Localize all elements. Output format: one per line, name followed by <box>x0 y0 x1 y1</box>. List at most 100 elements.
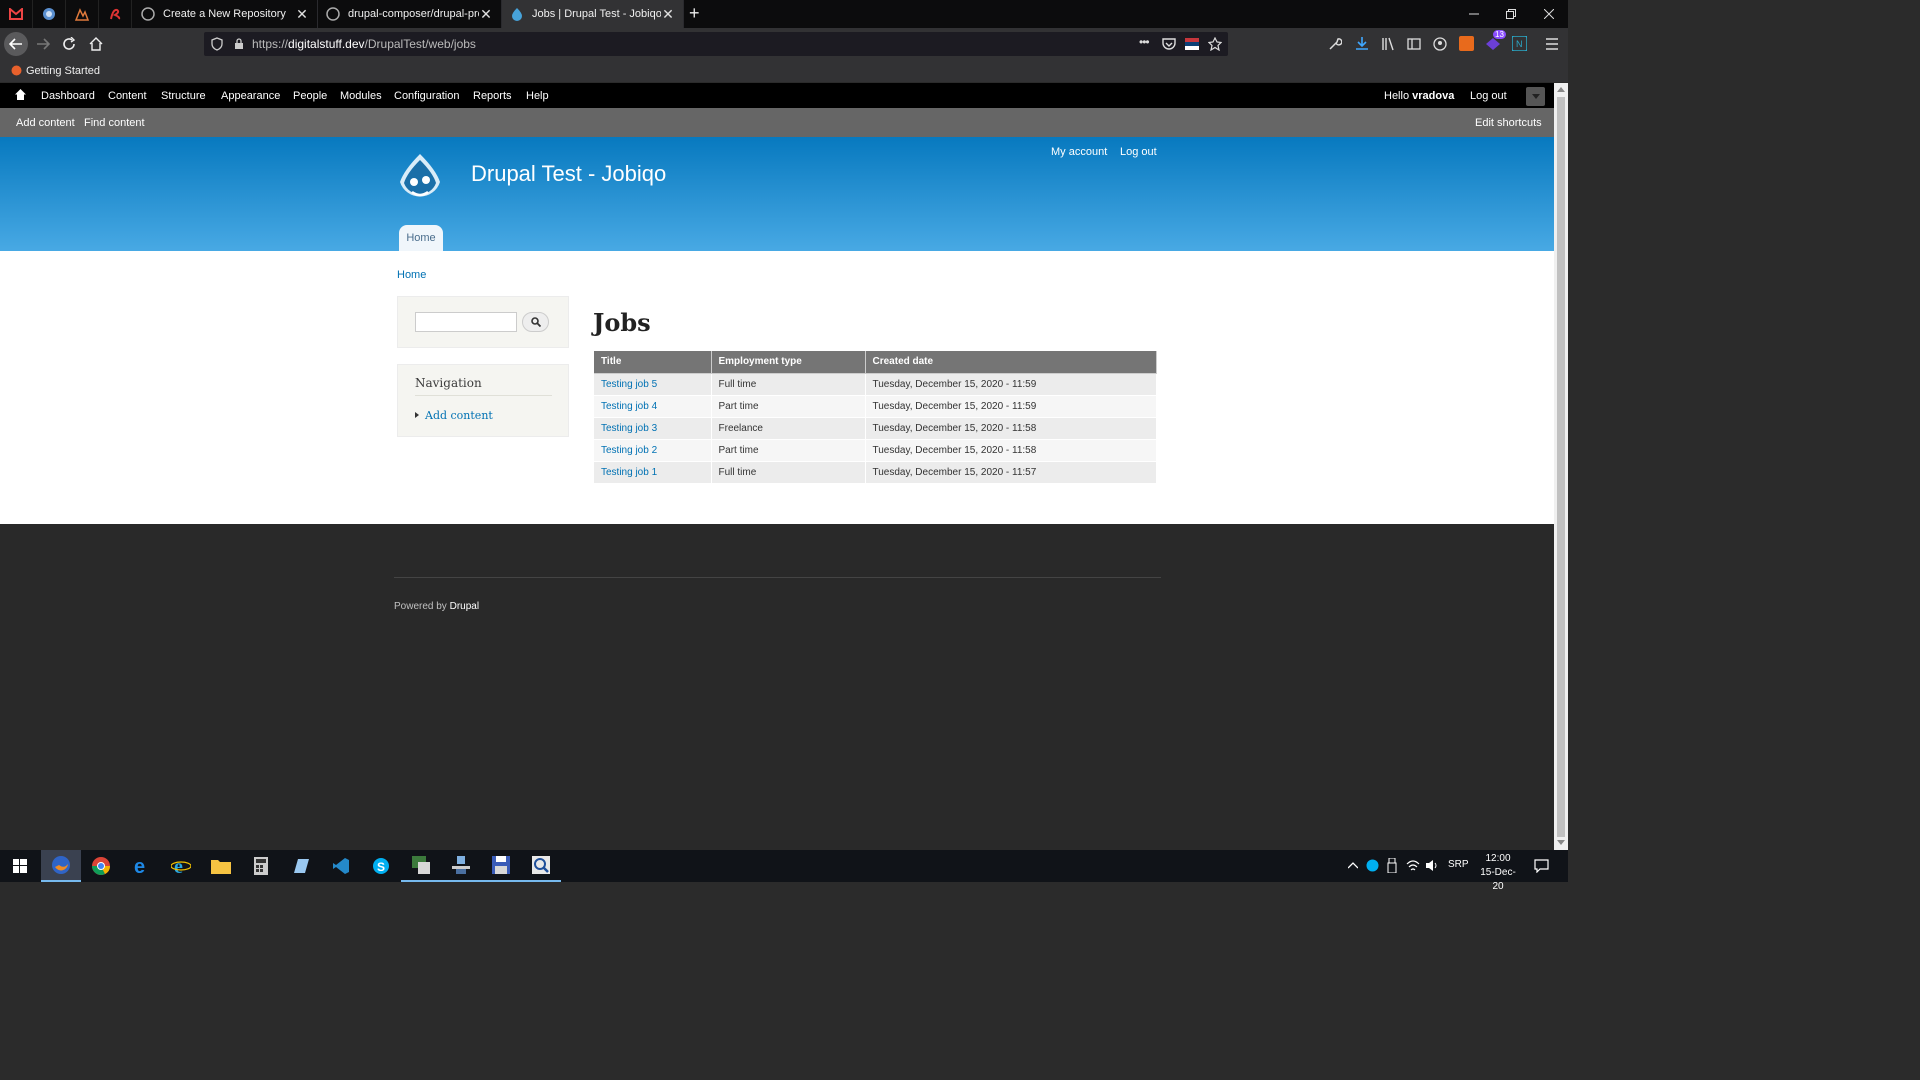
breadcrumb[interactable]: Home <box>397 269 426 281</box>
jobs-table: Title Employment type Created date Testi… <box>594 351 1157 484</box>
taskbar-file-explorer[interactable] <box>201 850 241 882</box>
taskbar-app-3[interactable] <box>481 850 521 882</box>
shortcut-find-content[interactable]: Find content <box>84 117 145 129</box>
flag-serbia-icon[interactable] <box>1185 37 1199 51</box>
job-title-link[interactable]: Testing job 3 <box>601 423 657 434</box>
username[interactable]: vradova <box>1412 90 1454 102</box>
close-window-button[interactable] <box>1530 0 1568 28</box>
tab-jobs-drupal[interactable]: Jobs | Drupal Test - Jobiqo ✕ <box>502 0 684 28</box>
toolbar-people[interactable]: People <box>293 90 327 102</box>
header-logout-link[interactable]: Log out <box>1120 146 1157 158</box>
toolbar-structure[interactable]: Structure <box>161 90 206 102</box>
column-header-employment-type[interactable]: Employment type <box>711 351 866 374</box>
scrollbar-thumb[interactable] <box>1557 97 1565 837</box>
pinned-tab-app2[interactable] <box>99 0 132 28</box>
notifications-icon[interactable] <box>1534 859 1549 873</box>
home-icon[interactable] <box>15 89 26 100</box>
sidebar-icon[interactable] <box>1407 37 1421 51</box>
input-language[interactable]: SRP <box>1448 859 1469 870</box>
url-text[interactable]: https://digitalstuff.dev/DrupalTest/web/… <box>252 37 476 51</box>
drupal-logo[interactable] <box>396 152 444 206</box>
taskbar-clock[interactable]: 12:00 15-Dec-20 <box>1476 852 1520 894</box>
taskbar-edge[interactable]: e <box>121 850 161 882</box>
toolbar-appearance[interactable]: Appearance <box>221 90 280 102</box>
job-title-link[interactable]: Testing job 5 <box>601 379 657 390</box>
search-button[interactable] <box>522 312 549 332</box>
created-date-cell: Tuesday, December 15, 2020 - 11:58 <box>865 417 1157 440</box>
close-tab-icon[interactable]: ✕ <box>479 6 493 23</box>
job-title-link[interactable]: Testing job 4 <box>601 401 657 412</box>
column-header-title[interactable]: Title <box>594 351 712 374</box>
drupal-link[interactable]: Drupal <box>450 601 479 612</box>
new-tab-button[interactable]: + <box>689 3 700 24</box>
reload-button[interactable] <box>57 32 81 56</box>
extension-orange-icon[interactable] <box>1459 36 1474 51</box>
job-title-link[interactable]: Testing job 2 <box>601 445 657 456</box>
skype-tray-icon[interactable] <box>1366 859 1379 872</box>
menu-icon[interactable] <box>1545 38 1559 50</box>
address-bar[interactable]: https://digitalstuff.dev/DrupalTest/web/… <box>204 32 1228 56</box>
extension-teal-icon[interactable]: N <box>1512 36 1527 51</box>
wrench-icon[interactable] <box>1328 37 1342 51</box>
toolbar-logout[interactable]: Log out <box>1470 90 1507 102</box>
tab-create-repository[interactable]: Create a New Repository ✕ <box>133 0 318 28</box>
account-icon[interactable] <box>1433 37 1447 51</box>
library-icon[interactable] <box>1381 37 1395 51</box>
main-menu-home-tab[interactable]: Home <box>399 225 443 251</box>
taskbar-vscode[interactable] <box>321 850 361 882</box>
home-button[interactable] <box>84 32 108 56</box>
taskbar-app-2[interactable] <box>441 850 481 882</box>
tray-expand-icon[interactable] <box>1348 862 1358 869</box>
my-account-link[interactable]: My account <box>1051 146 1107 158</box>
pinned-tab-gmail[interactable] <box>0 0 33 28</box>
bookmark-getting-started[interactable]: Getting Started <box>26 65 100 77</box>
site-name[interactable]: Drupal Test - Jobiqo <box>471 161 666 187</box>
toolbar-configuration[interactable]: Configuration <box>394 90 459 102</box>
taskbar-calculator[interactable] <box>241 850 281 882</box>
minimize-button[interactable] <box>1455 0 1493 28</box>
bookmark-star-icon[interactable] <box>1208 37 1222 51</box>
extension-purple-icon[interactable] <box>1485 37 1501 51</box>
usb-icon[interactable] <box>1387 858 1397 873</box>
shortcut-add-content[interactable]: Add content <box>16 117 75 129</box>
scroll-down-icon[interactable] <box>1557 840 1565 846</box>
taskbar-internet-explorer[interactable]: e <box>161 850 201 882</box>
bookmarks-bar: Getting Started <box>0 60 1568 82</box>
pinned-tab-app[interactable] <box>66 0 99 28</box>
shortcuts-toggle-button[interactable] <box>1526 87 1545 106</box>
navigation-add-content-link[interactable]: Add content <box>425 409 493 422</box>
close-tab-icon[interactable]: ✕ <box>295 6 309 23</box>
search-input[interactable] <box>415 312 517 332</box>
pocket-icon[interactable] <box>1162 37 1176 51</box>
toolbar-content[interactable]: Content <box>108 90 147 102</box>
start-button[interactable] <box>0 850 40 882</box>
page-actions-button[interactable]: ••• <box>1139 35 1150 49</box>
toolbar-modules[interactable]: Modules <box>340 90 382 102</box>
toolbar-reports[interactable]: Reports <box>473 90 512 102</box>
forward-button[interactable] <box>31 32 55 56</box>
page-scrollbar[interactable] <box>1554 83 1568 850</box>
taskbar-skype[interactable]: S <box>361 850 401 882</box>
taskbar-app-4[interactable] <box>521 850 561 882</box>
job-title-link[interactable]: Testing job 1 <box>601 467 657 478</box>
taskbar-app-1[interactable] <box>401 850 441 882</box>
wifi-icon[interactable] <box>1406 859 1420 872</box>
title-cell: Testing job 2 <box>594 439 712 462</box>
taskbar-chrome[interactable] <box>81 850 121 882</box>
edit-shortcuts-link[interactable]: Edit shortcuts <box>1475 117 1542 129</box>
tab-title: Jobs | Drupal Test - Jobiqo <box>532 8 661 20</box>
close-tab-icon[interactable]: ✕ <box>661 6 675 23</box>
pinned-tab-globe[interactable] <box>33 0 66 28</box>
restore-button[interactable] <box>1492 0 1530 28</box>
scroll-up-icon[interactable] <box>1557 86 1565 92</box>
network-app-icon <box>452 856 470 874</box>
taskbar-notes[interactable] <box>281 850 321 882</box>
back-button[interactable] <box>4 32 28 56</box>
tab-drupal-composer[interactable]: drupal-composer/drupal-proje ✕ <box>318 0 502 28</box>
taskbar-firefox[interactable] <box>41 850 81 882</box>
download-icon[interactable] <box>1355 36 1369 51</box>
volume-icon[interactable] <box>1425 859 1439 872</box>
toolbar-dashboard[interactable]: Dashboard <box>41 90 95 102</box>
toolbar-help[interactable]: Help <box>526 90 549 102</box>
column-header-created-date[interactable]: Created date <box>865 351 1157 374</box>
